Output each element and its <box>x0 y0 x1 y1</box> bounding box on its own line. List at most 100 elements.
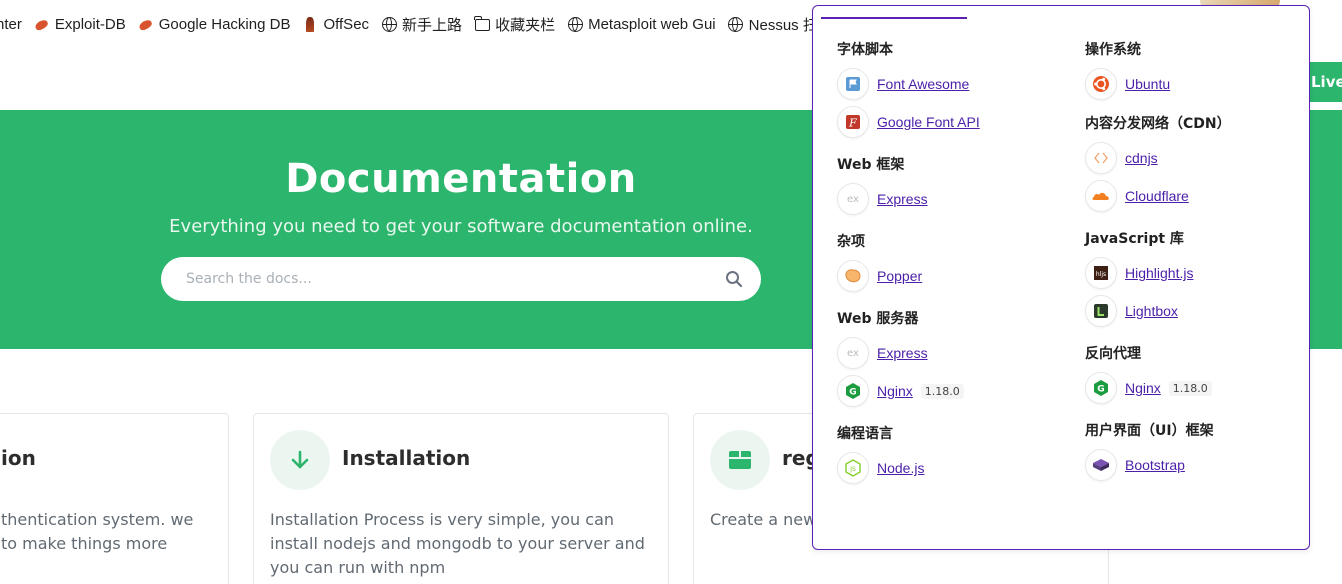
tech-link-cloudflare[interactable]: Cloudflare <box>1125 188 1189 204</box>
bookmark-item[interactable]: OffSec <box>302 16 369 33</box>
tech-link-popper[interactable]: Popper <box>877 268 922 284</box>
search-input[interactable] <box>186 271 686 287</box>
highlightjs-icon: hljs <box>1085 257 1117 289</box>
card-title: Installation <box>342 446 471 470</box>
tech-link-google-font-api[interactable]: Google Font API <box>877 114 980 130</box>
tech-link-express[interactable]: Express <box>877 191 928 207</box>
page-subtitle: Everything you need to get your software… <box>169 216 753 237</box>
tech-link-bootstrap[interactable]: Bootstrap <box>1125 457 1185 473</box>
live-button-label: Live <box>1311 73 1342 91</box>
popper-icon <box>837 260 869 292</box>
feature-card[interactable]: ion thentication system. we to make thin… <box>0 413 229 584</box>
bookmark-item[interactable]: Metasploit web Gui <box>567 16 716 33</box>
bookmark-label: 新手上路 <box>402 17 463 34</box>
card-body: Installation Process is very simple, you… <box>270 510 645 577</box>
tech-item: ex Express <box>837 180 1057 218</box>
tech-link-nodejs[interactable]: Node.js <box>877 460 924 476</box>
box-icon <box>710 430 770 490</box>
section-title: 操作系统 <box>1085 42 1141 58</box>
bookmark-item[interactable]: 新手上路 <box>381 14 462 35</box>
popover-left-column: 字体脚本 Font Awesome F Google Font API Web … <box>837 40 1057 487</box>
tech-item: ex Express <box>837 334 1057 372</box>
tech-item: cdnjs <box>1085 139 1305 177</box>
search-icon[interactable] <box>725 270 743 288</box>
folder-icon <box>474 15 490 33</box>
tech-popover: 字体脚本 Font Awesome F Google Font API Web … <box>812 5 1310 550</box>
tech-item: hljs Highlight.js <box>1085 254 1305 292</box>
section-title: 用户界面（UI）框架 <box>1085 423 1214 439</box>
flag-icon <box>837 68 869 100</box>
lightbox-icon <box>1085 295 1117 327</box>
bookmark-item[interactable]: Google Hacking DB <box>138 16 291 33</box>
section-title: Web 服务器 <box>837 311 919 327</box>
tech-link-express[interactable]: Express <box>877 345 928 361</box>
tech-item: Bootstrap <box>1085 446 1305 484</box>
popover-right-column: 操作系统 Ubuntu 内容分发网络（CDN） cdnjs Cloudflare… <box>1085 40 1305 484</box>
bookmark-label: nter <box>0 16 22 33</box>
bookmark-item[interactable]: nter <box>0 16 22 33</box>
bug-icon <box>138 17 154 33</box>
section-title: JavaScript 库 <box>1085 231 1184 247</box>
cdnjs-icon <box>1085 142 1117 174</box>
tech-link-highlightjs[interactable]: Highlight.js <box>1125 265 1193 281</box>
tech-item: Cloudflare <box>1085 177 1305 215</box>
card-title: ion <box>1 446 36 470</box>
tech-item: G Nginx 1.18.0 <box>1085 369 1305 407</box>
globe-icon <box>567 17 583 33</box>
bookmark-label: Exploit-DB <box>54 16 126 33</box>
tech-item: Lightbox <box>1085 292 1305 330</box>
bug-icon <box>34 17 50 33</box>
search-box <box>161 257 761 301</box>
bookmark-label: 收藏夹栏 <box>495 17 556 34</box>
page-title: Documentation <box>285 156 637 202</box>
tech-link-nginx[interactable]: Nginx <box>1125 380 1161 396</box>
offsec-icon <box>302 17 318 33</box>
tech-item: Font Awesome <box>837 65 1057 103</box>
section-title: 反向代理 <box>1085 346 1141 362</box>
svg-text:JS: JS <box>849 466 856 473</box>
express-icon: ex <box>837 337 869 369</box>
ubuntu-icon <box>1085 68 1117 100</box>
version-badge: 1.18.0 <box>1168 380 1212 396</box>
bookmark-label: OffSec <box>323 16 370 33</box>
nginx-icon: G <box>837 375 869 407</box>
tech-link-cdnjs[interactable]: cdnjs <box>1125 150 1158 166</box>
feature-card[interactable]: Installation Installation Process is ver… <box>253 413 669 584</box>
bookmark-label: Google Hacking DB <box>158 16 291 33</box>
tech-item: JS Node.js <box>837 449 1057 487</box>
nodejs-icon: JS <box>837 452 869 484</box>
bookmark-item[interactable]: 收藏夹栏 <box>474 14 555 35</box>
globe-icon <box>381 17 397 33</box>
tech-item: F Google Font API <box>837 103 1057 141</box>
globe-icon <box>728 17 744 33</box>
section-title: 编程语言 <box>837 426 893 442</box>
bookmark-label: Metasploit web Gui <box>588 16 716 33</box>
svg-text:F: F <box>848 117 857 130</box>
section-title: Web 框架 <box>837 157 905 173</box>
nginx-icon: G <box>1085 372 1117 404</box>
popover-tab-indicator <box>821 17 967 19</box>
svg-text:G: G <box>1097 385 1104 395</box>
font-icon: F <box>837 106 869 138</box>
card-body: Create a new <box>710 510 817 529</box>
tech-link-ubuntu[interactable]: Ubuntu <box>1125 76 1170 92</box>
bootstrap-icon <box>1085 449 1117 481</box>
card-body: thentication system. we to make things m… <box>1 510 194 553</box>
tech-link-nginx[interactable]: Nginx <box>877 383 913 399</box>
tech-link-lightbox[interactable]: Lightbox <box>1125 303 1178 319</box>
arrow-down-icon <box>270 430 330 490</box>
section-title: 杂项 <box>837 234 865 250</box>
tech-link-font-awesome[interactable]: Font Awesome <box>877 76 969 92</box>
tech-item: G Nginx 1.18.0 <box>837 372 1057 410</box>
version-badge: 1.18.0 <box>920 383 964 399</box>
tech-item: Ubuntu <box>1085 65 1305 103</box>
bookmark-item[interactable]: Exploit-DB <box>34 16 126 33</box>
section-title: 内容分发网络（CDN） <box>1085 116 1231 132</box>
tech-item: Popper <box>837 257 1057 295</box>
live-button[interactable]: Live <box>1305 62 1342 102</box>
svg-text:G: G <box>849 388 856 398</box>
express-icon: ex <box>837 183 869 215</box>
svg-text:hljs: hljs <box>1096 271 1106 278</box>
section-title: 字体脚本 <box>837 42 893 58</box>
cloudflare-icon <box>1085 180 1117 212</box>
